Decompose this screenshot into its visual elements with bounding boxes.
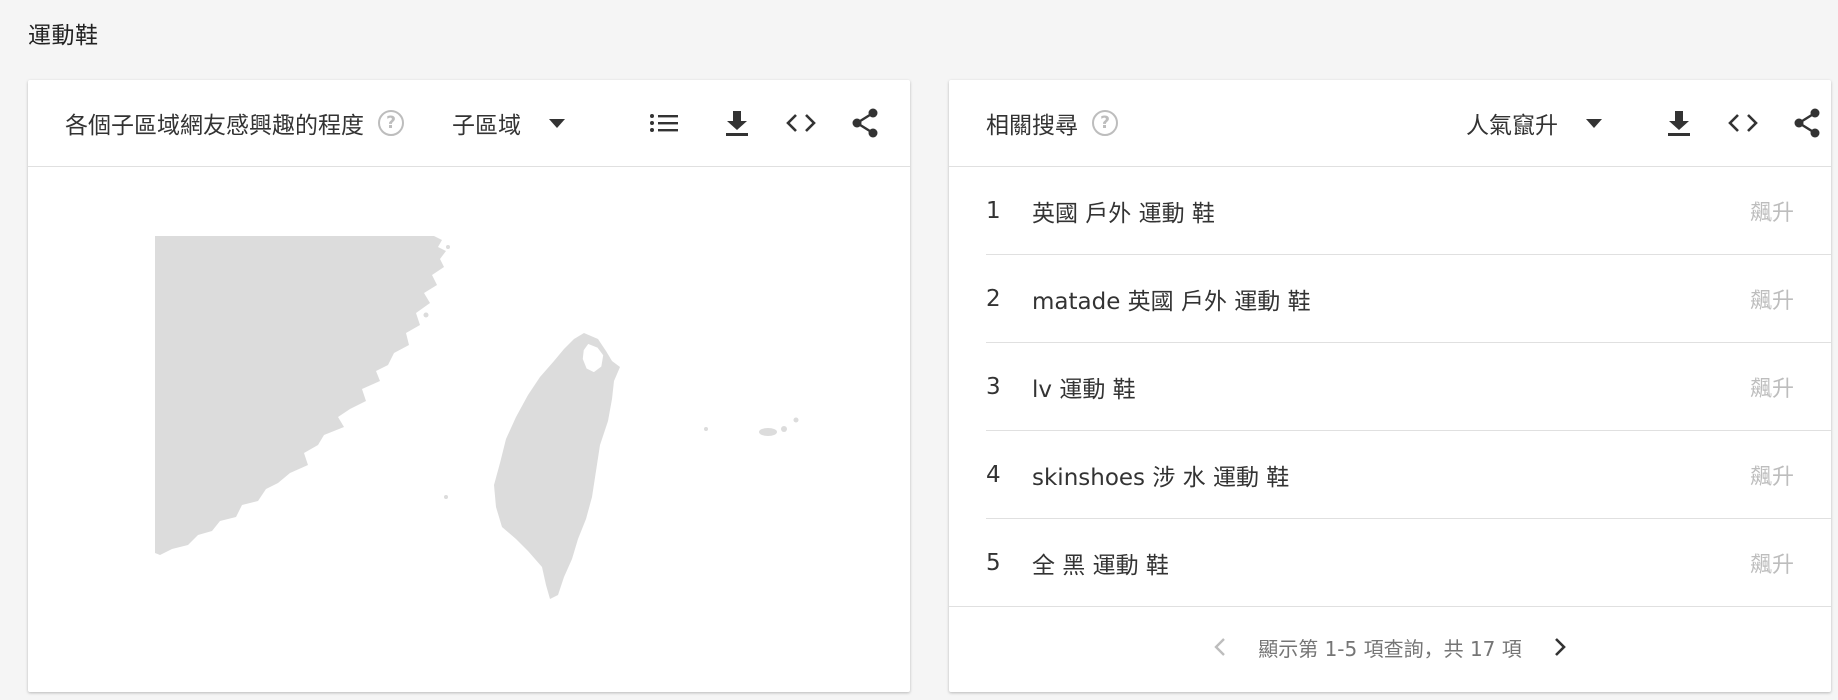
related-query-row[interactable]: 4 skinshoes 涉 水 運動 鞋 飆升 xyxy=(986,431,1831,519)
row-value: 飆升 xyxy=(1749,200,1794,226)
resolution-dropdown[interactable]: 子區域 xyxy=(452,106,565,140)
related-query-row[interactable]: 1 英國 戶外 運動 鞋 飆升 xyxy=(986,167,1831,255)
related-query-row[interactable]: 3 lv 運動 鞋 飆升 xyxy=(986,343,1831,431)
island-shape xyxy=(423,312,429,318)
row-rank: 4 xyxy=(986,461,1001,488)
caret-down-icon xyxy=(1586,118,1602,128)
related-card-header: 相關搜尋 ? 人氣竄升 xyxy=(949,80,1831,167)
island-shape xyxy=(781,426,787,432)
row-query: matade 英國 戶外 運動 鞋 xyxy=(1032,288,1311,315)
pagination-text: 顯示第 1-5 項查詢，共 17 項 xyxy=(1258,636,1522,661)
embed-icon[interactable] xyxy=(779,80,823,166)
row-rank: 5 xyxy=(986,549,1001,576)
row-query: skinshoes 涉 水 運動 鞋 xyxy=(1032,464,1290,491)
mainland-region-shape xyxy=(155,236,446,555)
row-rank: 3 xyxy=(986,373,1001,400)
island-shape xyxy=(444,495,448,499)
list-view-icon[interactable] xyxy=(642,80,686,166)
island-shape xyxy=(793,417,799,423)
row-value: 飆升 xyxy=(1749,376,1794,402)
related-queries-card: 相關搜尋 ? 人氣竄升 1 英國 戶外 運動 鞋 飆升 2 matade 英國 … xyxy=(949,80,1831,692)
row-value: 飆升 xyxy=(1749,288,1794,314)
island-shape xyxy=(759,428,777,436)
sort-dropdown[interactable]: 人氣竄升 xyxy=(1466,106,1602,140)
sort-dropdown-label: 人氣竄升 xyxy=(1466,113,1558,139)
resolution-dropdown-label: 子區域 xyxy=(452,113,521,139)
row-query: 英國 戶外 運動 鞋 xyxy=(1032,200,1215,227)
taiwan-region-shape xyxy=(494,333,620,599)
row-rank: 1 xyxy=(986,197,1001,224)
island-shape xyxy=(704,427,708,431)
share-icon[interactable] xyxy=(1785,80,1829,166)
region-map-svg xyxy=(155,236,799,599)
region-card-header: 各個子區域網友感興趣的程度 ? 子區域 xyxy=(28,80,910,167)
row-value: 飆升 xyxy=(1749,464,1794,490)
region-interest-card: 各個子區域網友感興趣的程度 ? 子區域 xyxy=(28,80,910,692)
region-map[interactable] xyxy=(28,167,910,692)
related-query-row[interactable]: 2 matade 英國 戶外 運動 鞋 飆升 xyxy=(986,255,1831,343)
embed-icon[interactable] xyxy=(1721,80,1765,166)
row-query: 全 黑 運動 鞋 xyxy=(1032,552,1169,579)
region-card-title: 各個子區域網友感興趣的程度 xyxy=(65,113,364,139)
next-page-icon[interactable] xyxy=(1540,627,1580,667)
row-value: 飆升 xyxy=(1749,552,1794,578)
download-icon[interactable] xyxy=(715,80,759,166)
row-rank: 2 xyxy=(986,285,1001,312)
island-shape xyxy=(398,345,402,349)
pagination: 顯示第 1-5 項查詢，共 17 項 xyxy=(949,602,1831,692)
page-title: 運動鞋 xyxy=(28,23,99,49)
help-icon[interactable]: ? xyxy=(378,110,404,136)
related-card-title: 相關搜尋 xyxy=(986,113,1078,139)
related-query-row[interactable]: 5 全 黑 運動 鞋 飆升 xyxy=(949,519,1831,607)
island-shape xyxy=(446,245,450,249)
share-icon[interactable] xyxy=(843,80,887,166)
caret-down-icon xyxy=(549,118,565,128)
help-icon[interactable]: ? xyxy=(1092,110,1118,136)
download-icon[interactable] xyxy=(1657,80,1701,166)
prev-page-icon[interactable] xyxy=(1200,627,1240,667)
row-query: lv 運動 鞋 xyxy=(1032,376,1136,403)
